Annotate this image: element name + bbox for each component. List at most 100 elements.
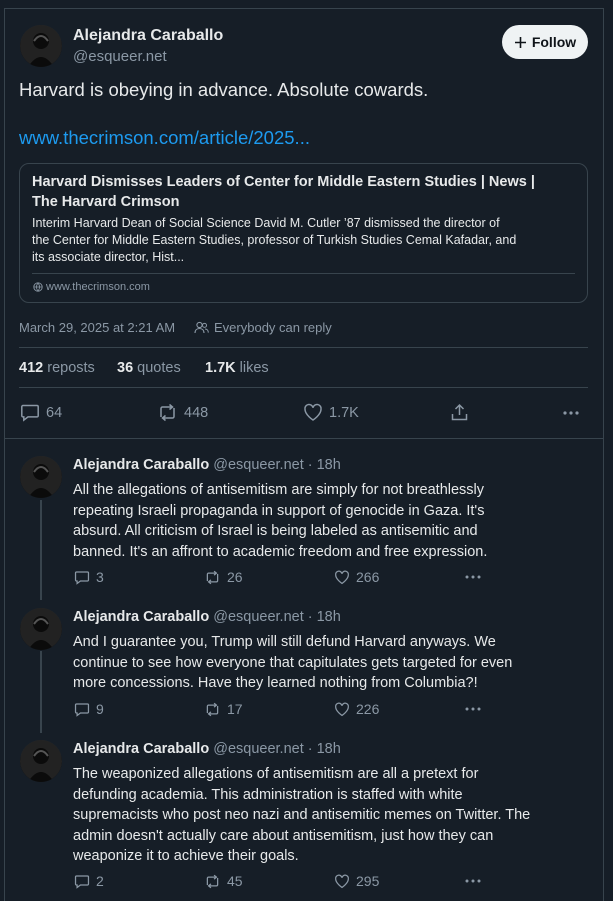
reply-button[interactable]: 3 — [74, 569, 104, 585]
author-name[interactable]: Alejandra Caraballo — [73, 27, 223, 45]
like-icon — [335, 702, 349, 716]
repost-icon — [160, 403, 175, 422]
like-button[interactable]: 266 — [334, 569, 379, 585]
card-title-line2: The Harvard Crimson — [32, 194, 180, 210]
likes-stat[interactable]: 1.7K likes — [205, 360, 269, 376]
reply-button[interactable]: 64 — [20, 403, 62, 422]
reply-header: Alejandra Caraballo @esqueer.net · 18h — [73, 741, 341, 757]
reply-setting-label: Everybody can reply — [214, 320, 332, 335]
reply-count: 64 — [46, 404, 63, 421]
repost-button[interactable]: 26 — [204, 569, 243, 585]
reply-author-handle[interactable]: @esqueer.net — [213, 741, 304, 757]
repost-icon — [206, 874, 219, 888]
reply-avatar[interactable] — [20, 456, 62, 498]
reply-author-handle[interactable]: @esqueer.net — [213, 457, 304, 473]
author-handle[interactable]: @esqueer.net — [73, 48, 167, 65]
reply-line: The weaponized allegations of antisemiti… — [73, 766, 479, 782]
card-desc-line3: its associate director, Hist... — [32, 250, 185, 264]
share-icon — [451, 403, 468, 421]
reply-line: supremacists who post neo nazi and antis… — [73, 807, 531, 823]
quotes-label: quotes — [137, 360, 181, 376]
reply-time[interactable]: · 18h — [308, 457, 341, 473]
repost-button[interactable]: 17 — [204, 701, 243, 717]
divider — [19, 387, 588, 388]
reposts-stat[interactable]: 412 reposts — [19, 360, 95, 376]
likes-label: likes — [239, 360, 269, 376]
reply-line: weaponize it to achieve their goals. — [73, 848, 299, 864]
reposts-label: reposts — [47, 360, 95, 376]
reply-line: And I guarantee you, Trump will still de… — [73, 634, 496, 650]
reply-author-handle[interactable]: @esqueer.net — [213, 609, 304, 625]
reply-author-name[interactable]: Alejandra Caraballo — [73, 457, 209, 473]
reply-header: Alejandra Caraballo @esqueer.net · 18h — [73, 457, 341, 473]
reply-avatar[interactable] — [20, 608, 62, 650]
quotes-count: 36 — [117, 360, 134, 376]
more-options-button[interactable] — [464, 873, 482, 888]
repost-icon — [206, 570, 219, 584]
reply-icon — [74, 874, 90, 889]
card-title-line1: Harvard Dismisses Leaders of Center for … — [32, 174, 535, 190]
reply-button[interactable]: 9 — [74, 701, 104, 717]
people-icon — [194, 321, 209, 334]
tweet-timestamp[interactable]: March 29, 2025 at 2:21 AM — [19, 320, 175, 335]
plus-icon — [514, 36, 526, 48]
like-count: 266 — [356, 569, 380, 585]
reply-line: admin doesn't actually care about antise… — [73, 827, 494, 844]
reply-line: banned. It's an affront to academic free… — [73, 543, 488, 560]
like-button[interactable]: 1.7K — [303, 403, 359, 422]
like-button[interactable]: 295 — [334, 873, 379, 889]
divider — [19, 347, 588, 348]
repost-icon — [206, 702, 219, 716]
card-desc-line2: the Center for Middle Eastern Studies, p… — [32, 233, 517, 247]
reply-icon — [74, 702, 90, 717]
reposts-count: 412 — [19, 360, 44, 376]
tweet-text: Harvard is obeying in advance. Absolute … — [19, 79, 429, 100]
more-icon — [465, 575, 481, 579]
repost-count: 448 — [184, 404, 209, 421]
likes-count: 1.7K — [205, 360, 236, 376]
reply-avatar[interactable] — [20, 740, 62, 782]
reply-text: The weaponized allegations of antisemiti… — [73, 764, 588, 867]
more-options-button[interactable] — [464, 569, 482, 584]
like-button[interactable]: 226 — [334, 701, 379, 717]
author-avatar[interactable] — [20, 25, 62, 67]
reply-header: Alejandra Caraballo @esqueer.net · 18h — [73, 609, 341, 625]
repost-count: 45 — [227, 873, 243, 889]
reply-author-name[interactable]: Alejandra Caraballo — [73, 741, 209, 757]
more-options-button[interactable] — [464, 701, 482, 716]
reply-text: And I guarantee you, Trump will still de… — [73, 632, 588, 694]
card-domain-row: www.thecrimson.com — [33, 281, 150, 293]
tweet-link[interactable]: www.thecrimson.com/article/2025... — [19, 127, 310, 149]
reply-line: continue to see how everyone that capitu… — [73, 654, 513, 671]
follow-label: Follow — [531, 34, 577, 50]
globe-icon — [33, 282, 43, 292]
card-divider — [32, 273, 575, 274]
divider — [4, 438, 604, 439]
more-icon — [465, 707, 481, 711]
reply-count: 9 — [96, 701, 104, 717]
like-icon — [304, 403, 322, 421]
reply-icon — [21, 404, 39, 422]
reply-setting: Everybody can reply — [194, 320, 332, 335]
reply-time[interactable]: · 18h — [308, 741, 341, 757]
reply-time[interactable]: · 18h — [308, 609, 341, 625]
more-options-button[interactable] — [562, 403, 580, 422]
more-icon — [465, 879, 481, 883]
reply-line: defunding academia. This administration … — [73, 786, 463, 803]
repost-button[interactable]: 448 — [157, 403, 208, 422]
like-count: 226 — [356, 701, 380, 717]
reply-line: All the allegations of antisemitism are … — [73, 482, 485, 498]
follow-button[interactable]: Follow — [502, 25, 588, 59]
like-icon — [335, 874, 349, 888]
thread-line — [40, 500, 42, 600]
like-count: 1.7K — [329, 404, 359, 421]
share-button[interactable] — [450, 403, 469, 422]
quotes-stat[interactable]: 36 quotes — [117, 360, 181, 376]
reply-button[interactable]: 2 — [74, 873, 104, 889]
reply-count: 2 — [96, 873, 104, 889]
reply-line: more concessions. Have they learned noth… — [73, 675, 478, 691]
repost-count: 17 — [227, 701, 243, 717]
reply-author-name[interactable]: Alejandra Caraballo — [73, 609, 209, 625]
link-preview-card[interactable]: Harvard Dismisses Leaders of Center for … — [19, 163, 588, 303]
repost-button[interactable]: 45 — [204, 873, 243, 889]
